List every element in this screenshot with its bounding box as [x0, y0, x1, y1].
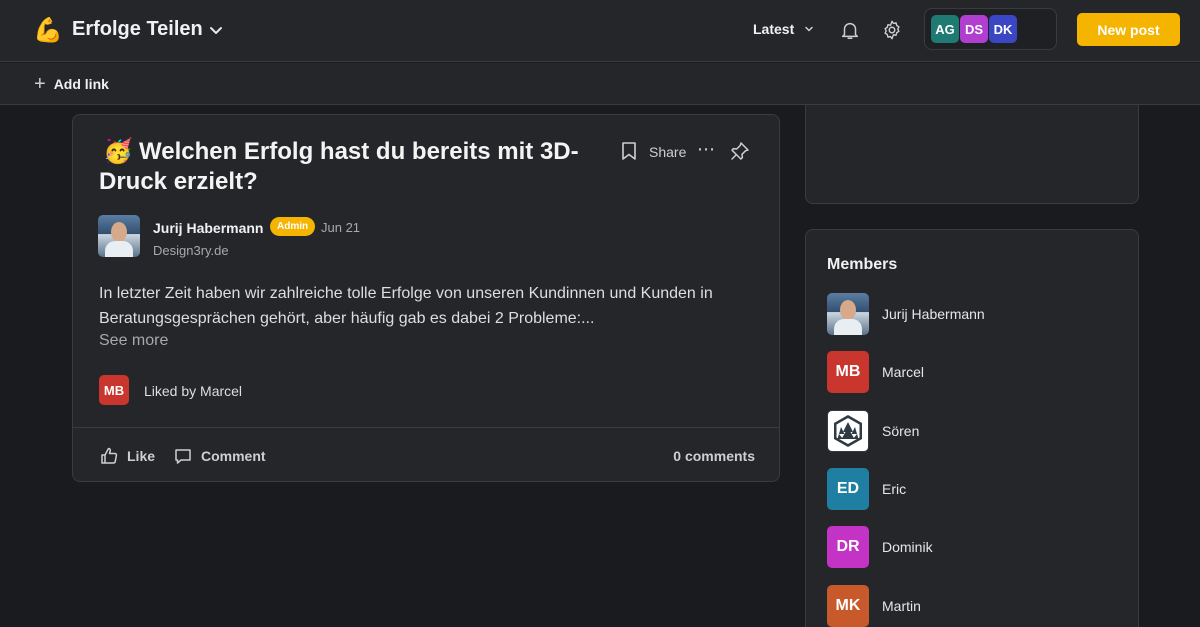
- bookmark-icon[interactable]: [620, 141, 638, 161]
- author-avatar[interactable]: [98, 215, 140, 257]
- liked-by-text[interactable]: Liked by Marcel: [144, 383, 242, 399]
- comment-label: Comment: [201, 448, 266, 464]
- member-item[interactable]: Sören: [827, 410, 919, 452]
- avatar: MB: [827, 351, 869, 393]
- member-item[interactable]: MK Martin: [827, 585, 921, 627]
- like-button[interactable]: Like: [99, 446, 155, 466]
- thumbs-up-icon: [101, 447, 118, 464]
- member-name: Eric: [882, 481, 907, 497]
- link-bar: + Add link: [0, 63, 1200, 105]
- post-title[interactable]: Welchen Erfolg hast du bereits mit 3D-Dr…: [99, 137, 609, 197]
- author-name[interactable]: Jurij Habermann: [153, 220, 263, 236]
- bell-icon[interactable]: [839, 19, 861, 41]
- members-title: Members: [827, 256, 898, 273]
- author-subtitle: Design3ry.de: [153, 243, 229, 258]
- chevron-down-icon: [805, 26, 813, 32]
- member-item[interactable]: DR Dominik: [827, 526, 933, 568]
- space-title[interactable]: Erfolge Teilen: [72, 18, 203, 41]
- comment-button[interactable]: Comment: [173, 446, 266, 466]
- members-card: Members Jurij Habermann MB Marcel Sören …: [805, 229, 1139, 627]
- liker-avatar[interactable]: MB: [99, 375, 129, 405]
- comments-count[interactable]: 0 comments: [673, 448, 755, 464]
- member-name: Sören: [882, 423, 920, 439]
- flexed-biceps-icon: 💪: [33, 17, 63, 44]
- member-item[interactable]: Jurij Habermann: [827, 293, 985, 335]
- avatar: [827, 293, 869, 335]
- pin-icon[interactable]: [730, 141, 750, 161]
- avatar: DR: [827, 526, 869, 568]
- divider: [73, 427, 779, 428]
- member-name: Jurij Habermann: [882, 306, 985, 322]
- post-body: In letzter Zeit haben wir zahlreiche tol…: [99, 285, 713, 327]
- comment-icon: [175, 449, 191, 464]
- chevron-down-icon[interactable]: [208, 22, 224, 38]
- forest-logo-icon: [834, 415, 862, 447]
- post-date[interactable]: Jun 21: [321, 220, 360, 235]
- avatar: DS: [960, 15, 988, 43]
- sort-dropdown[interactable]: Latest: [753, 21, 814, 37]
- sort-label: Latest: [753, 21, 795, 37]
- avatar: [827, 410, 869, 452]
- member-name: Martin: [882, 598, 921, 614]
- more-options-icon[interactable]: ⋯: [697, 139, 715, 160]
- top-header: 💪 Erfolge Teilen Latest AG DS DK New pos…: [0, 0, 1200, 62]
- admin-badge: Admin: [270, 217, 316, 236]
- member-item[interactable]: MB Marcel: [827, 351, 924, 393]
- post-card: 🥳 Welchen Erfolg hast du bereits mit 3D-…: [72, 114, 780, 482]
- sidebar-top-card: [805, 105, 1139, 204]
- add-link-label: Add link: [53, 76, 109, 92]
- gear-icon[interactable]: [881, 19, 903, 41]
- avatar: AG: [931, 15, 959, 43]
- like-label: Like: [127, 448, 156, 464]
- plus-icon: +: [34, 73, 46, 95]
- member-name: Dominik: [882, 539, 933, 555]
- add-link-button[interactable]: + Add link: [34, 73, 109, 95]
- new-post-button[interactable]: New post: [1077, 13, 1180, 46]
- avatar: DK: [989, 15, 1017, 43]
- avatar: ED: [827, 468, 869, 510]
- see-more-link[interactable]: See more: [99, 332, 168, 350]
- member-name: Marcel: [882, 364, 925, 380]
- member-item[interactable]: ED Eric: [827, 468, 906, 510]
- avatar: MK: [827, 585, 869, 627]
- share-button[interactable]: Share: [649, 144, 686, 160]
- member-avatar-stack[interactable]: AG DS DK: [924, 8, 1057, 50]
